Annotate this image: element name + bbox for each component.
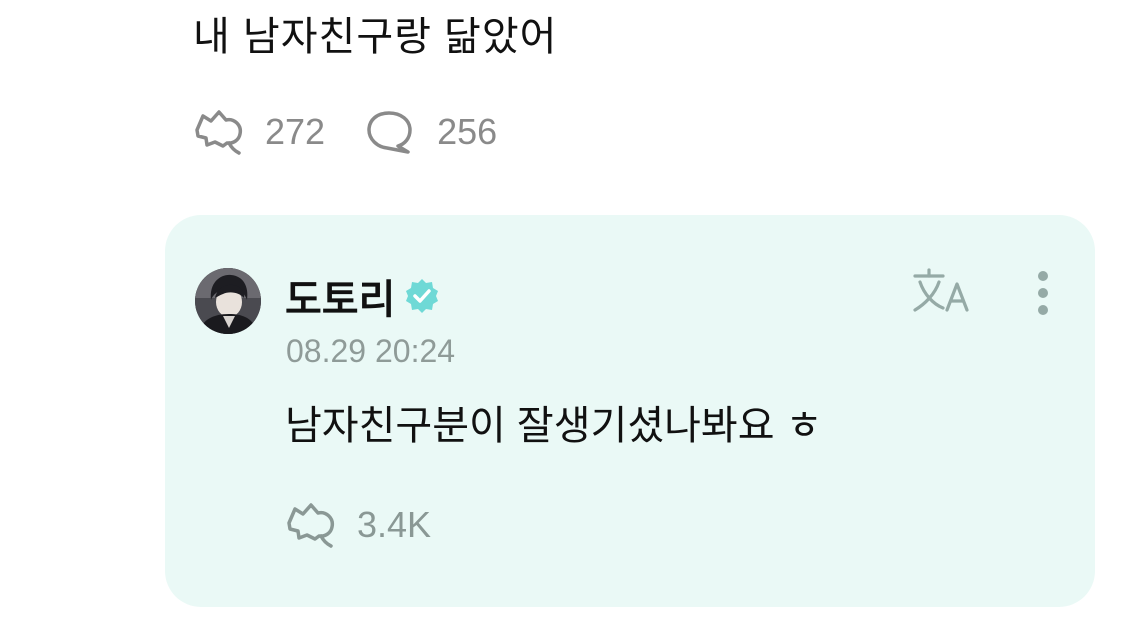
comment-text: 남자친구분이 잘생기셨나봐요 ㅎ [285, 404, 823, 448]
heart-plus-icon [285, 501, 337, 549]
post-like-count: 272 [265, 111, 326, 152]
verified-badge-icon [403, 277, 441, 315]
comment-like-count: 3.4K [357, 504, 432, 545]
post-reply-count: 256 [437, 111, 498, 152]
translate-button[interactable] [909, 265, 975, 321]
comment-timestamp: 08.29 20:24 [286, 333, 456, 369]
post-actions: 272 256 [193, 108, 497, 156]
more-vertical-icon [1036, 269, 1050, 322]
author-name[interactable]: 도토리 [285, 267, 395, 325]
comment-actions: 3.4K [285, 501, 431, 549]
post-text: 내 남자친구랑 닮았어 [193, 15, 558, 59]
translate-icon [911, 266, 973, 321]
avatar[interactable] [195, 268, 261, 334]
heart-plus-icon [193, 108, 245, 156]
more-options-button[interactable] [1023, 267, 1063, 323]
author-row: 도토리 [285, 267, 441, 325]
speech-bubble-icon [365, 108, 417, 156]
post-like-button[interactable]: 272 [193, 108, 325, 156]
page: 내 남자친구랑 닮았어 272 256 도토리 08.29 20:24 남자친구… [0, 0, 1125, 626]
comment-like-button[interactable]: 3.4K [285, 501, 431, 549]
post-reply-button[interactable]: 256 [365, 108, 497, 156]
comment-card: 도토리 08.29 20:24 남자친구분이 잘생기셨나봐요 ㅎ 3.4K [165, 215, 1095, 607]
